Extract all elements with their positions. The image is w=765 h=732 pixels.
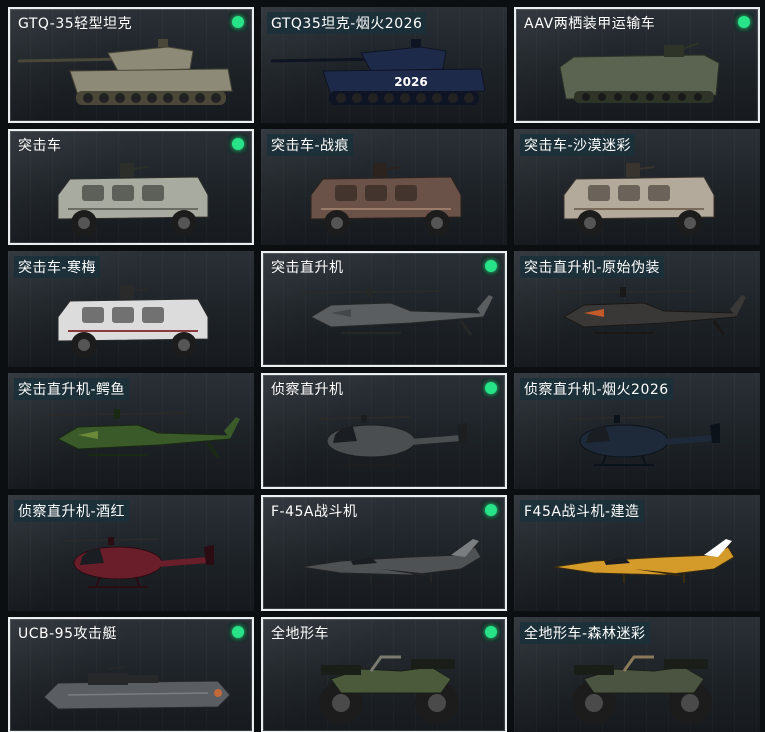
vehicle-card[interactable]: AAV两栖装甲运输车 bbox=[514, 7, 760, 123]
vehicle-card[interactable]: UCB-95攻击艇 bbox=[8, 617, 254, 732]
vehicle-card[interactable]: 全地形车-森林迷彩 bbox=[514, 617, 760, 732]
vehicle-grid: GTQ-35轻型坦克 GTQ35坦克-烟火2026 2026 AAV两栖装甲运输车… bbox=[0, 0, 765, 732]
vehicle-card[interactable]: 全地形车 bbox=[261, 617, 507, 732]
vehicle-card[interactable]: GTQ-35轻型坦克 bbox=[8, 7, 254, 123]
vehicle-card[interactable]: 突击直升机 bbox=[261, 251, 507, 367]
vehicle-card[interactable]: F45A战斗机-建造 bbox=[514, 495, 760, 611]
vehicle-card[interactable]: 突击车-战痕 bbox=[261, 129, 507, 245]
vehicle-card[interactable]: 突击车-沙漠迷彩 bbox=[514, 129, 760, 245]
vehicle-card[interactable]: 侦察直升机-烟火2026 bbox=[514, 373, 760, 489]
vehicle-card[interactable]: 侦察直升机 bbox=[261, 373, 507, 489]
vehicle-card[interactable]: 突击直升机-鳄鱼 bbox=[8, 373, 254, 489]
svg-text:2026: 2026 bbox=[394, 75, 427, 89]
vehicle-card[interactable]: 侦察直升机-酒红 bbox=[8, 495, 254, 611]
vehicle-card[interactable]: 突击车 bbox=[8, 129, 254, 245]
vehicle-card[interactable]: GTQ35坦克-烟火2026 2026 bbox=[261, 7, 507, 123]
vehicle-card[interactable]: F-45A战斗机 bbox=[261, 495, 507, 611]
vehicle-card[interactable]: 突击车-寒梅 bbox=[8, 251, 254, 367]
vehicle-card[interactable]: 突击直升机-原始伪装 bbox=[514, 251, 760, 367]
